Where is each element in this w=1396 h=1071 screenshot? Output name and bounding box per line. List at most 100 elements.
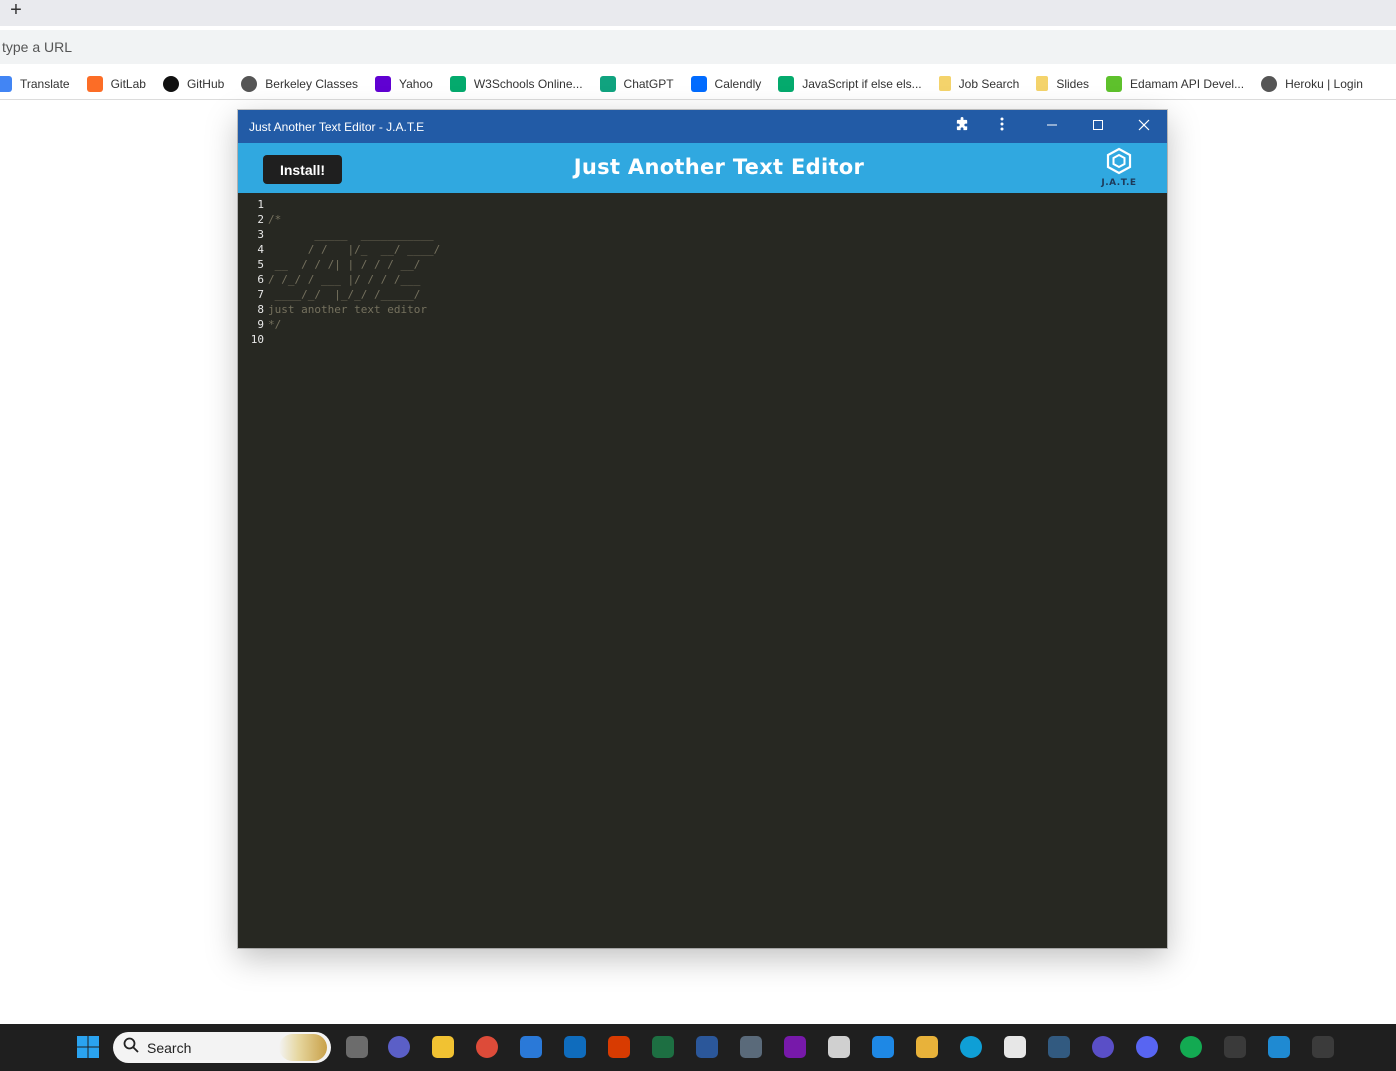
bookmark-item[interactable]: Heroku | Login bbox=[1261, 71, 1371, 97]
calculator-taskbar-button[interactable] bbox=[738, 1034, 764, 1060]
translate-icon bbox=[0, 75, 12, 92]
line-text: */ bbox=[268, 318, 282, 331]
bookmark-label: Translate bbox=[20, 76, 70, 91]
search-icon bbox=[123, 1037, 139, 1058]
bookmark-item[interactable]: W3Schools Online... bbox=[449, 71, 591, 97]
onenote-taskbar-button[interactable] bbox=[782, 1034, 808, 1060]
bookmark-label: Job Search bbox=[958, 76, 1020, 91]
mongodb-taskbar-button[interactable] bbox=[1178, 1034, 1204, 1060]
puzzle-icon bbox=[955, 116, 970, 137]
line-number: 1 bbox=[257, 198, 264, 211]
kebab-menu-icon bbox=[1000, 117, 1004, 136]
outlook-taskbar-button[interactable] bbox=[562, 1034, 588, 1060]
bookmark-label: GitLab bbox=[110, 76, 146, 91]
bookmark-label: W3Schools Online... bbox=[473, 76, 583, 91]
office-taskbar-button[interactable] bbox=[606, 1034, 632, 1060]
notepad-taskbar-button[interactable] bbox=[870, 1034, 896, 1060]
bookmark-item[interactable]: ChatGPT bbox=[599, 71, 682, 97]
store-taskbar-button[interactable] bbox=[518, 1034, 544, 1060]
chrome-taskbar-button[interactable] bbox=[474, 1034, 500, 1060]
line-number: 8 bbox=[257, 303, 264, 316]
window-title: Just Another Text Editor - J.A.T.E bbox=[249, 120, 425, 134]
task-view-icon bbox=[346, 1036, 368, 1058]
minimize-button[interactable] bbox=[1032, 110, 1072, 143]
mysql-workbench-taskbar-button[interactable] bbox=[1046, 1034, 1072, 1060]
w3schools-icon bbox=[449, 75, 466, 92]
app-heading: Just Another Text Editor bbox=[573, 155, 865, 179]
line-text: / / |/_ __/ ____/ bbox=[268, 243, 441, 256]
store-icon bbox=[520, 1036, 542, 1058]
app-taskbar-button[interactable] bbox=[1310, 1034, 1336, 1060]
office-icon bbox=[608, 1036, 630, 1058]
search-highlight-icon bbox=[279, 1034, 327, 1061]
start-button[interactable] bbox=[74, 1034, 102, 1062]
bookmark-item[interactable]: Calendly bbox=[690, 71, 770, 97]
new-tab-button[interactable]: + bbox=[6, 0, 26, 23]
git-icon bbox=[916, 1036, 938, 1058]
bookmark-item[interactable]: GitLab bbox=[86, 71, 154, 97]
editor-line: 6 / /_/ / ___ |/ / / /___ bbox=[238, 272, 1167, 287]
bookmark-label: JavaScript if else els... bbox=[802, 76, 922, 91]
git-taskbar-button[interactable] bbox=[914, 1034, 940, 1060]
bookmark-item[interactable]: Yahoo bbox=[375, 71, 441, 97]
task-view-taskbar-button[interactable] bbox=[344, 1034, 370, 1060]
terminal-taskbar-button[interactable] bbox=[1222, 1034, 1248, 1060]
editor-line: 3 _____ ___________ bbox=[238, 227, 1167, 242]
line-text: __ / / /| | / / / __/ bbox=[268, 258, 421, 271]
bookmark-item[interactable]: JavaScript if else els... bbox=[778, 71, 929, 97]
url-input[interactable] bbox=[0, 30, 600, 64]
bookmark-item[interactable]: Translate bbox=[0, 71, 78, 97]
bookmark-item[interactable]: GitHub bbox=[162, 71, 232, 97]
editor-line: 2 /* bbox=[238, 212, 1167, 227]
slack-taskbar-button[interactable] bbox=[1002, 1034, 1028, 1060]
notepad-icon bbox=[872, 1036, 894, 1058]
line-number: 6 bbox=[257, 273, 264, 286]
line-text: ____/_/ |_/_/ /_____/ bbox=[268, 288, 421, 301]
line-number: 9 bbox=[257, 318, 264, 331]
teams-taskbar-button[interactable] bbox=[386, 1034, 412, 1060]
maximize-button[interactable] bbox=[1078, 110, 1118, 143]
slack-icon bbox=[1004, 1036, 1026, 1058]
teams-icon bbox=[388, 1036, 410, 1058]
calendly-icon bbox=[690, 75, 707, 92]
close-button[interactable] bbox=[1124, 110, 1164, 143]
edge-taskbar-button[interactable] bbox=[958, 1034, 984, 1060]
bookmark-item[interactable]: Berkeley Classes bbox=[241, 71, 366, 97]
excel-taskbar-button[interactable] bbox=[650, 1034, 676, 1060]
code-editor[interactable]: 1 2 /* 3 _____ ___________ 4 / / |/_ __/ ___… bbox=[238, 193, 1167, 948]
line-number: 2 bbox=[257, 213, 264, 226]
mysql-workbench-icon bbox=[1048, 1036, 1070, 1058]
chrome-icon bbox=[476, 1036, 498, 1058]
obs-icon bbox=[1092, 1036, 1114, 1058]
bookmark-item[interactable]: Job Search bbox=[938, 71, 1028, 97]
bookmark-label: Calendly bbox=[714, 76, 762, 91]
chatgpt-icon bbox=[599, 75, 616, 92]
line-number: 4 bbox=[257, 243, 264, 256]
yahoo-icon bbox=[375, 75, 391, 92]
extensions-button[interactable] bbox=[942, 110, 982, 143]
discord-taskbar-button[interactable] bbox=[1134, 1034, 1160, 1060]
bookmark-item[interactable]: Edamam API Devel... bbox=[1106, 71, 1252, 97]
taskbar-search[interactable]: Search bbox=[113, 1032, 331, 1063]
vscode-taskbar-button[interactable] bbox=[1266, 1034, 1292, 1060]
bookmark-item[interactable]: Slides bbox=[1036, 71, 1097, 97]
app-menu-button[interactable] bbox=[982, 110, 1022, 143]
line-text: /* bbox=[268, 213, 282, 226]
close-icon bbox=[1138, 118, 1150, 136]
vscode-icon bbox=[1268, 1036, 1290, 1058]
word-taskbar-button[interactable] bbox=[694, 1034, 720, 1060]
line-number: 10 bbox=[250, 333, 264, 346]
editor-line: 8 just another text editor bbox=[238, 302, 1167, 317]
snipping-tool-icon bbox=[828, 1036, 850, 1058]
globe-icon bbox=[1261, 75, 1278, 92]
jate-app-window: Just Another Text Editor - J.A.T.E Insta… bbox=[238, 110, 1167, 948]
file-explorer-taskbar-button[interactable] bbox=[430, 1034, 456, 1060]
folder-icon bbox=[1036, 76, 1049, 91]
taskbar: Search bbox=[0, 1024, 1396, 1071]
onenote-icon bbox=[784, 1036, 806, 1058]
obs-taskbar-button[interactable] bbox=[1090, 1034, 1116, 1060]
bookmark-label: GitHub bbox=[186, 76, 225, 91]
bookmarks-bar: Translate GitLab GitHub Berkeley Classes Yah… bbox=[0, 68, 1396, 100]
snipping-tool-taskbar-button[interactable] bbox=[826, 1034, 852, 1060]
bookmark-label: Slides bbox=[1056, 76, 1090, 91]
